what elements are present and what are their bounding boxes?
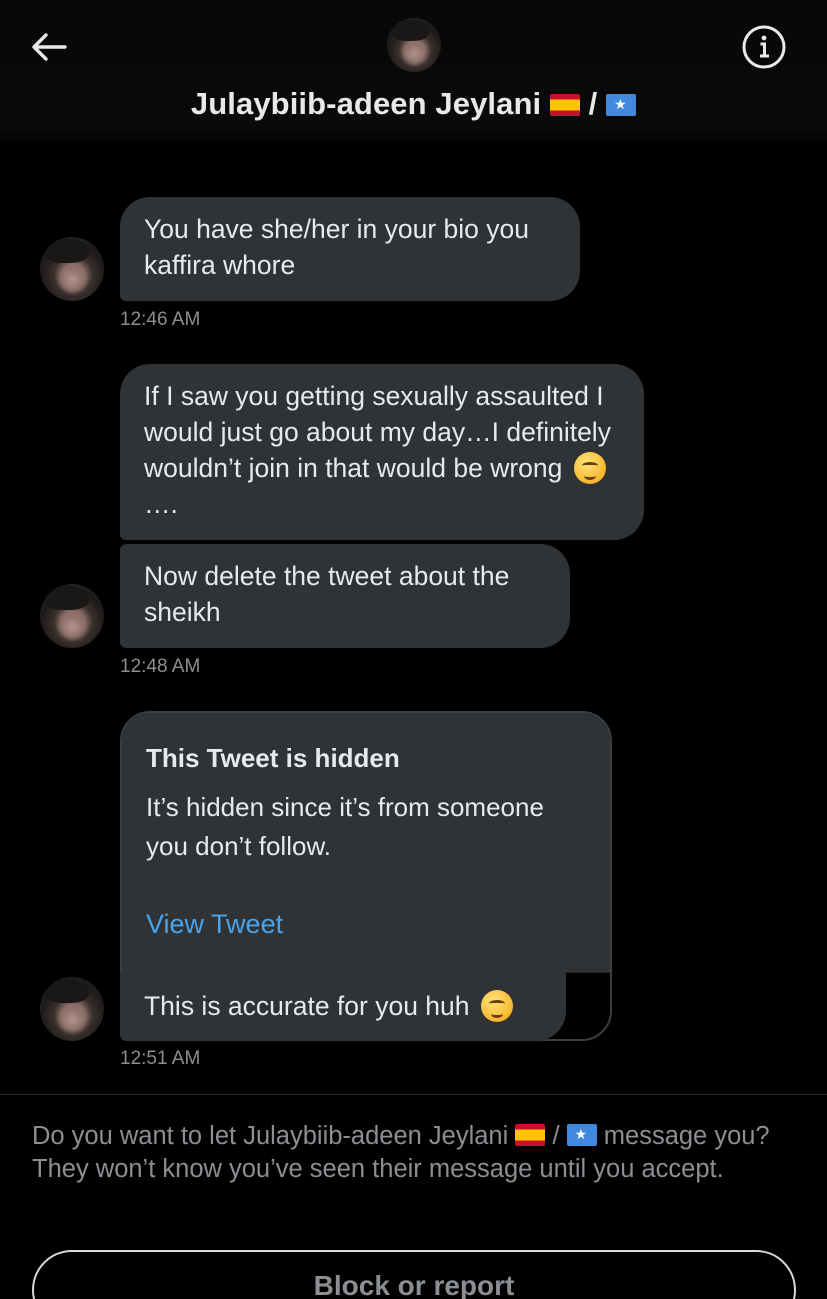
info-button[interactable] — [741, 24, 787, 70]
message-text: If I saw you getting sexually assaulted … — [144, 381, 611, 483]
message-bubble[interactable]: This is accurate for you huh — [120, 971, 566, 1041]
message-text: You have she/her in your bio you kaffira… — [144, 214, 530, 280]
sender-avatar[interactable] — [40, 237, 104, 301]
message-timestamp: 12:48 AM — [120, 656, 201, 677]
message-text-trailing: …. — [144, 489, 178, 519]
somalia-flag-icon — [566, 1124, 597, 1146]
conversation-header: Julaybiib-adeen Jeylani / — [0, 0, 827, 150]
message-bubble[interactable]: Now delete the tweet about the sheikh — [120, 544, 570, 648]
message-timestamp: 12:46 AM — [120, 309, 201, 330]
sender-avatar[interactable] — [40, 584, 104, 648]
spain-flag-icon — [549, 94, 580, 116]
thinking-face-icon — [480, 990, 513, 1022]
hidden-tweet-panel: This Tweet is hidden It’s hidden since i… — [122, 713, 610, 973]
block-or-report-button[interactable]: Block or report — [32, 1250, 796, 1299]
somalia-flag-icon — [606, 94, 637, 116]
contact-name: Julaybiib-adeen Jeylani — [190, 86, 542, 121]
winking-face-icon — [573, 452, 606, 484]
message-text: Now delete the tweet about the sheikh — [144, 561, 510, 627]
message-timestamp: 12:51 AM — [120, 1048, 201, 1069]
info-icon — [742, 25, 786, 69]
arrow-left-icon — [32, 33, 67, 61]
hidden-tweet-title: This Tweet is hidden — [146, 743, 400, 773]
back-button[interactable] — [26, 24, 72, 70]
message-bubble[interactable]: You have she/her in your bio you kaffira… — [120, 197, 580, 301]
sender-avatar[interactable] — [40, 977, 104, 1041]
spain-flag-icon — [515, 1124, 546, 1146]
request-separator: / — [552, 1122, 560, 1150]
divider — [0, 1094, 827, 1095]
hidden-tweet-body: It’s hidden since it’s from someone you … — [146, 792, 544, 861]
message-bubble[interactable]: If I saw you getting sexually assaulted … — [120, 364, 644, 540]
request-prefix: Do you want to let Julaybiib-adeen Jeyla… — [32, 1122, 509, 1150]
conversation-title[interactable]: Julaybiib-adeen Jeylani / — [0, 86, 827, 122]
name-separator: / — [588, 86, 598, 121]
view-tweet-link[interactable]: View Tweet — [146, 909, 283, 940]
message-text: This is accurate for you huh — [144, 991, 470, 1021]
message-request-prompt: Do you want to let Julaybiib-adeen Jeyla… — [32, 1120, 802, 1186]
header-avatar[interactable] — [387, 18, 441, 72]
